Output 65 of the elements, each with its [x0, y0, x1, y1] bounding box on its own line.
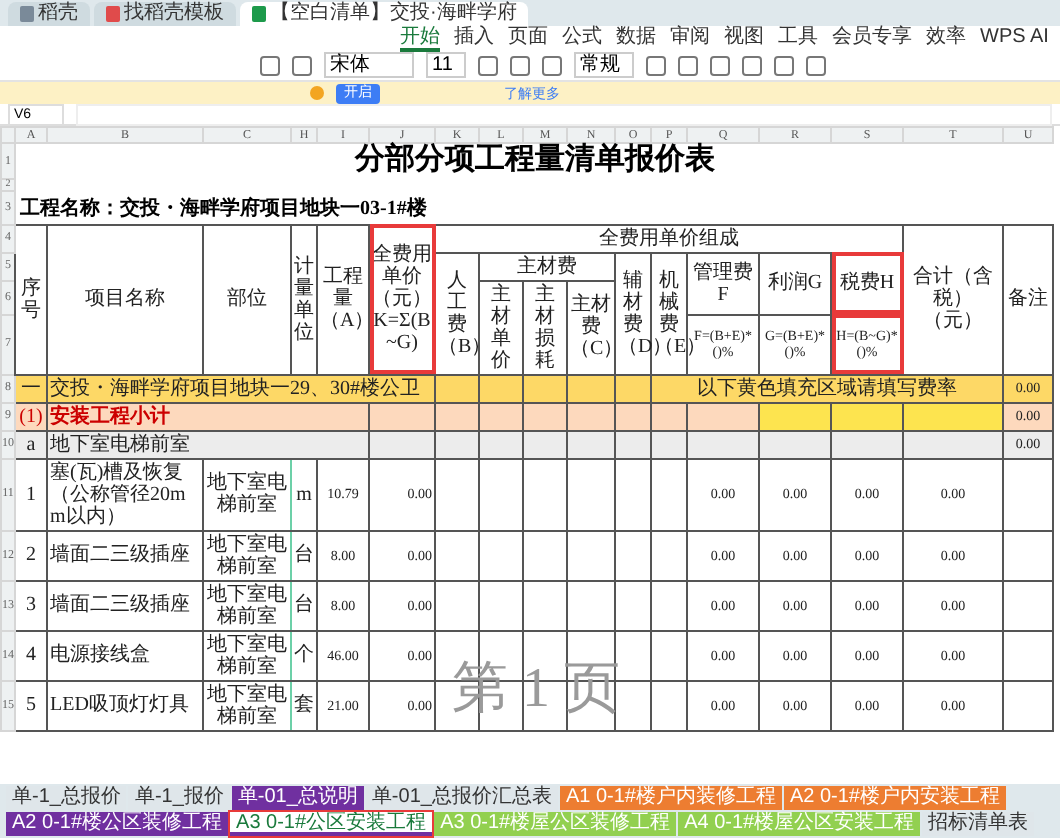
- ribbon-tab[interactable]: 数据: [616, 25, 656, 51]
- browser-tab[interactable]: 稻壳: [8, 2, 90, 26]
- table-cell: 3: [15, 580, 47, 630]
- column-header: 人工费（B）: [435, 252, 479, 374]
- table-cell: 5: [15, 680, 47, 730]
- table-cell: 2: [15, 530, 47, 580]
- column-header: 项目名称: [47, 224, 203, 374]
- font-field[interactable]: 宋体: [324, 52, 414, 78]
- font-size-field[interactable]: 11: [426, 52, 466, 78]
- column-header: 利润G: [759, 252, 831, 315]
- ribbon-tab[interactable]: 公式: [562, 25, 602, 51]
- column-header: 全费用单价（元） K=Σ(B~G): [369, 224, 435, 374]
- info-icon: [310, 86, 324, 100]
- ribbon-tab[interactable]: 工具: [778, 25, 818, 51]
- column-header: 税费H: [831, 252, 903, 315]
- table-cell: 地下室电梯前室: [203, 458, 291, 530]
- table-cell: 交投・海畔学府项目地块一29、30#楼公卫: [47, 374, 435, 402]
- sheet-tab[interactable]: A2 0-1#楼公区装修工程: [6, 812, 229, 836]
- spreadsheet-icon: [252, 6, 266, 22]
- table-cell: m: [291, 458, 317, 530]
- column-header: 主材费（C）: [567, 280, 615, 374]
- column-header: 管理费F: [687, 252, 759, 315]
- pdf-icon: [106, 6, 120, 22]
- column-header: 工程量（A）: [317, 224, 369, 374]
- sheet-tab[interactable]: 单-01_总说明: [231, 786, 364, 810]
- browser-tab[interactable]: 找稻壳模板: [94, 2, 236, 26]
- ribbon-tab[interactable]: 开始: [400, 25, 440, 51]
- table-cell: 地下室电梯前室: [203, 530, 291, 580]
- table-cell: 地下室电梯前室: [203, 630, 291, 680]
- table-cell: 塞(瓦)槽及恢复（公称管径20mm以内）: [47, 458, 203, 530]
- number-format-field[interactable]: 常规: [574, 52, 634, 78]
- table-cell: 1: [15, 458, 47, 530]
- project-name: 工程名称：交投・海畔学府项目地块一03-1#楼: [15, 191, 615, 224]
- table-cell: 安装工程小计: [47, 402, 369, 430]
- ribbon-tab[interactable]: 审阅: [670, 25, 710, 51]
- table-cell: 地下室电梯前室: [47, 430, 369, 458]
- formula-field[interactable]: [76, 103, 1052, 125]
- table-cell: 墙面二三级插座: [47, 580, 203, 630]
- ribbon-tab[interactable]: 页面: [508, 25, 548, 51]
- column-header: 全费用单价组成: [435, 224, 903, 252]
- column-header: 部位: [203, 224, 291, 374]
- ribbon-tab[interactable]: 视图: [724, 25, 764, 51]
- column-header: 计量单位: [291, 224, 317, 374]
- sheet-tab[interactable]: 单-1_总报价: [6, 786, 127, 810]
- column-header: 合计（含税）（元）: [903, 224, 1003, 374]
- table-cell: LED吸顶灯灯具: [47, 680, 203, 730]
- table-cell: 地下室电梯前室: [203, 580, 291, 630]
- ribbon-tab[interactable]: 效率: [926, 25, 966, 51]
- column-header: 主材损耗: [523, 280, 567, 374]
- column-header: 主材单价: [479, 280, 523, 374]
- ribbon-tab[interactable]: 插入: [454, 25, 494, 51]
- sheet-tab[interactable]: A3 0-1#公区安装工程: [230, 812, 433, 836]
- table-cell: 地下室电梯前室: [203, 680, 291, 730]
- column-header: 主材费: [479, 252, 615, 280]
- ribbon-tab[interactable]: WPS AI: [980, 25, 1049, 51]
- table-cell: 电源接线盒: [47, 630, 203, 680]
- table-cell: 以下黄色填充区域请填写费率: [651, 374, 1003, 402]
- document-icon: [20, 6, 34, 22]
- sheet-title: 分部分项工程量清单报价表: [15, 143, 1053, 179]
- table-cell: 墙面二三级插座: [47, 530, 203, 580]
- column-header: 备注: [1003, 224, 1053, 374]
- column-header: 序号: [15, 224, 47, 374]
- browser-tab[interactable]: 【空白清单】交投·海畔学府: [240, 2, 529, 26]
- ribbon-tab[interactable]: 会员专享: [832, 25, 912, 51]
- table-cell: 4: [15, 630, 47, 680]
